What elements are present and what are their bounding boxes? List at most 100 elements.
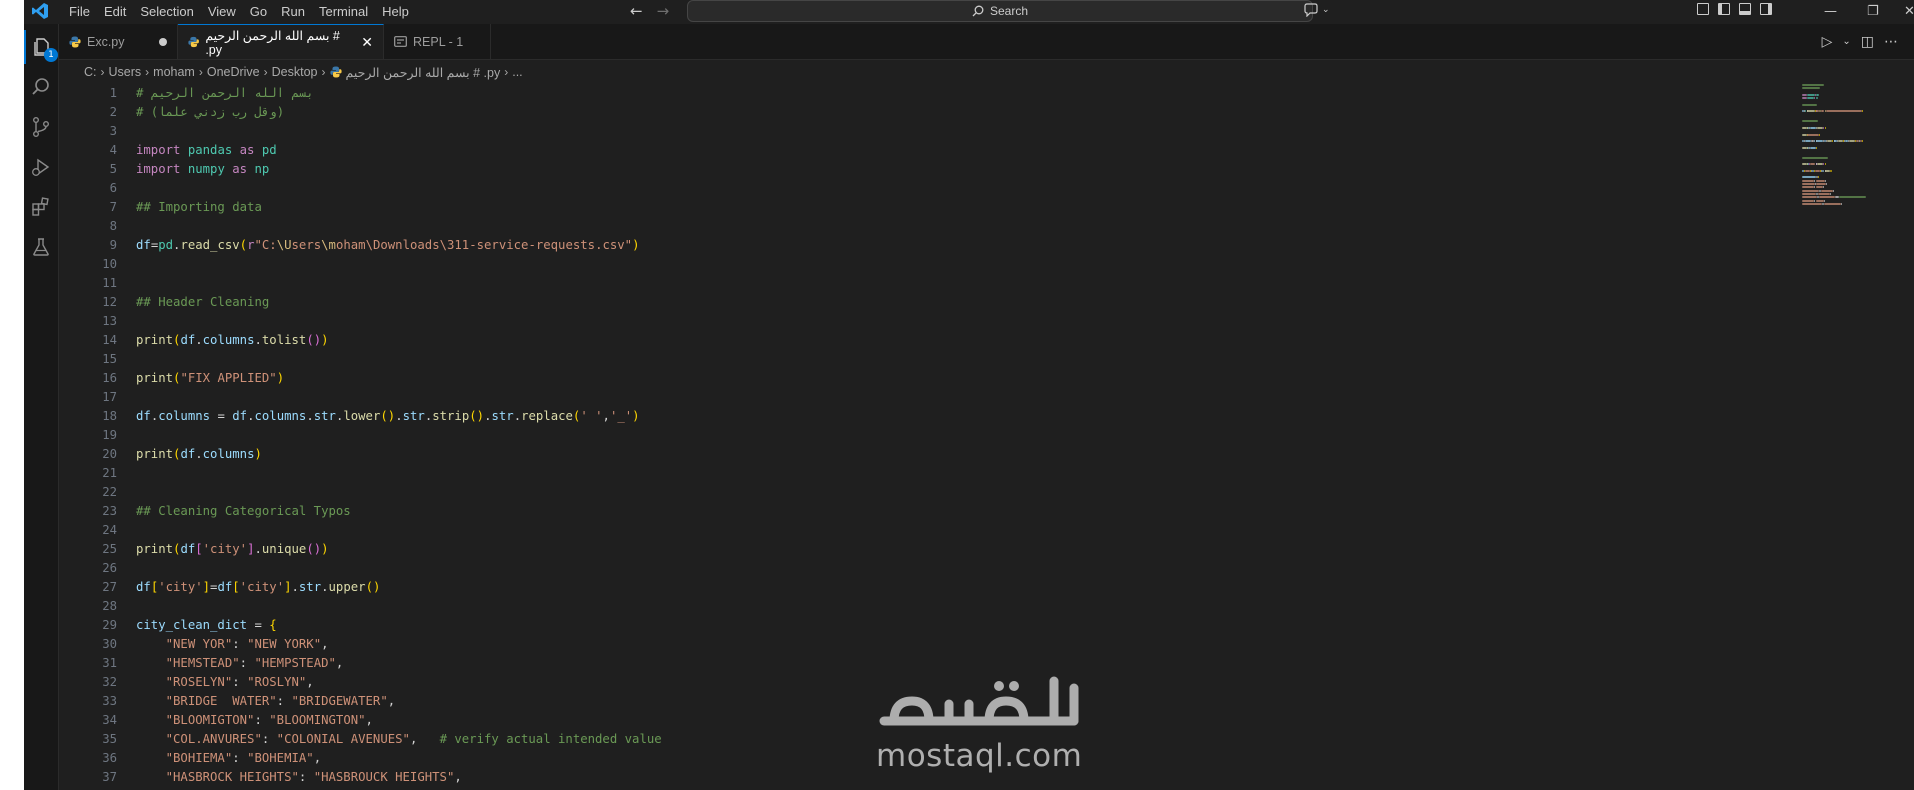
menu-file[interactable]: File — [62, 4, 97, 19]
code-line[interactable]: 1 # بسم الله الرحمن الرحيم — [59, 84, 1759, 103]
code-line[interactable]: 30 "NEW YOR": "NEW YORK", — [59, 635, 1759, 654]
line-number: 20 — [102, 447, 117, 461]
breadcrumb-item[interactable]: ... — [512, 65, 522, 79]
line-number: 15 — [102, 352, 117, 366]
code-line[interactable]: 16 print("FIX APPLIED") — [59, 369, 1759, 388]
code-line[interactable]: 19 — [59, 426, 1759, 445]
code-line[interactable]: 14 print(df.columns.tolist()) — [59, 331, 1759, 350]
code-line[interactable]: 31 "HEMSTEAD": "HEMPSTEAD", — [59, 654, 1759, 673]
menu-run[interactable]: Run — [274, 4, 312, 19]
minimap-mark — [1802, 199, 1814, 202]
close-icon[interactable]: ✕ — [361, 34, 373, 51]
breadcrumb-item[interactable]: Desktop — [272, 65, 318, 79]
menu-terminal[interactable]: Terminal — [312, 4, 375, 19]
minimap-mark — [1815, 97, 1819, 100]
code-token: str — [298, 580, 322, 594]
code-token: : — [232, 675, 248, 689]
code-line[interactable]: 12 ## Header Cleaning — [59, 293, 1759, 312]
layout-controls — [1697, 3, 1772, 15]
more-actions-icon[interactable]: ⋯ — [1884, 34, 1898, 50]
code-line[interactable]: 20 print(df.columns) — [59, 445, 1759, 464]
code-token: city_clean_dict — [136, 618, 248, 632]
code-line[interactable]: 13 — [59, 312, 1759, 331]
code-token: df — [136, 238, 151, 252]
code-line[interactable]: 17 — [59, 388, 1759, 407]
breadcrumb-item[interactable]: moham — [153, 65, 195, 79]
code-line[interactable]: 18 df.columns = df.columns.str.lower().st… — [59, 407, 1759, 426]
code-line[interactable]: 4 import pandas as pd — [59, 141, 1759, 160]
extensions-button[interactable] — [24, 190, 58, 224]
explorer-button[interactable]: 1 — [24, 30, 58, 64]
code-line[interactable]: 3 — [59, 122, 1759, 141]
code-line[interactable]: 6 — [59, 179, 1759, 198]
minimap-mark — [1802, 163, 1807, 166]
tab-active-file[interactable]: بسم الله الرحمن الرحيم # .py ✕ — [178, 24, 384, 59]
code-line[interactable]: 27 df['city']=df['city'].str.upper() — [59, 578, 1759, 597]
menu-help[interactable]: Help — [375, 4, 416, 19]
code-token: { — [269, 618, 277, 632]
code-token: import — [136, 162, 181, 176]
editor-actions: ▷ ⌄ ◫ ⋯ — [1822, 24, 1898, 59]
code-line[interactable]: 11 — [59, 274, 1759, 293]
close-window-icon[interactable]: ✕ — [1904, 0, 1914, 22]
code-line[interactable]: 9 df=pd.read_csv(r"C:\Users\moham\Downloa… — [59, 236, 1759, 255]
code-line[interactable]: 25 print(df['city'].unique()) — [59, 540, 1759, 559]
code-line[interactable]: 28 — [59, 597, 1759, 616]
code-token: "FIX APPLIED" — [180, 371, 277, 385]
code-line[interactable]: 22 — [59, 483, 1759, 502]
menu-selection[interactable]: Selection — [133, 4, 200, 19]
arrow-left-icon[interactable]: ← — [630, 2, 643, 20]
tab-exc-py[interactable]: Exc.py — [59, 24, 178, 59]
toggle-primary-sidebar-icon[interactable] — [1718, 3, 1730, 15]
run-python-file-icon[interactable]: ▷ — [1822, 34, 1833, 50]
code-line[interactable]: 5 import numpy as np — [59, 160, 1759, 179]
source-control-button[interactable] — [24, 110, 58, 144]
toggle-panel-icon[interactable] — [1739, 3, 1751, 15]
tab-repl[interactable]: REPL - 1 — [384, 24, 491, 59]
code-line[interactable]: 8 — [59, 217, 1759, 236]
code-line[interactable]: 23 ## Cleaning Categorical Typos — [59, 502, 1759, 521]
minimap-mark — [1816, 146, 1818, 149]
testing-button[interactable] — [24, 230, 58, 264]
chevron-down-icon[interactable]: ⌄ — [1842, 36, 1850, 47]
code-line[interactable]: 15 — [59, 350, 1759, 369]
code-line[interactable]: 21 — [59, 464, 1759, 483]
arrow-right-icon[interactable]: → — [657, 2, 670, 20]
minimap-mark — [1832, 189, 1834, 192]
code-token: numpy — [180, 162, 233, 176]
code-line[interactable]: 24 — [59, 521, 1759, 540]
customize-layout-icon[interactable] — [1697, 3, 1709, 15]
minimap-mark — [1822, 186, 1824, 189]
breadcrumb-item[interactable]: OneDrive — [207, 65, 260, 79]
code-token: read_csv — [180, 238, 240, 252]
code-token: columns — [254, 409, 307, 423]
menu-go[interactable]: Go — [243, 4, 274, 19]
toggle-secondary-sidebar-icon[interactable] — [1760, 3, 1772, 15]
code-token: unique — [261, 542, 307, 556]
breadcrumb-item[interactable]: C: — [84, 65, 97, 79]
code-line[interactable]: 26 — [59, 559, 1759, 578]
code-line[interactable]: 7 ## Importing data — [59, 198, 1759, 217]
search-view-button[interactable] — [24, 70, 58, 104]
code-text: city_clean_dict = { — [136, 616, 277, 635]
breadcrumb-item[interactable]: بسم الله الرحمن الرحيم # .py — [346, 65, 501, 80]
code-line[interactable]: 10 — [59, 255, 1759, 274]
code-line[interactable]: 29 city_clean_dict = { — [59, 616, 1759, 635]
restore-icon[interactable]: ❐ — [1867, 0, 1879, 22]
breadcrumb-item[interactable]: Users — [109, 65, 142, 79]
split-editor-icon[interactable]: ◫ — [1861, 34, 1874, 50]
unsaved-dot-icon[interactable] — [158, 37, 167, 46]
code-token: df — [180, 542, 196, 556]
minimize-icon[interactable]: — — [1824, 0, 1837, 22]
code-line[interactable]: 2 # (وقل رب زدني علما) — [59, 103, 1759, 122]
copilot-button[interactable]: ⌄ — [1303, 0, 1330, 20]
menu-edit[interactable]: Edit — [97, 4, 133, 19]
command-center-search[interactable]: Search — [687, 0, 1313, 22]
code-token: "BOHIEMA" — [136, 751, 233, 765]
run-debug-button[interactable] — [24, 150, 58, 184]
minimap[interactable] — [1802, 84, 1912, 234]
minimap-mark — [1802, 192, 1817, 195]
menu-view[interactable]: View — [201, 4, 243, 19]
tab-label: بسم الله الرحمن الرحيم # .py — [205, 28, 340, 57]
line-number: 14 — [102, 333, 117, 347]
